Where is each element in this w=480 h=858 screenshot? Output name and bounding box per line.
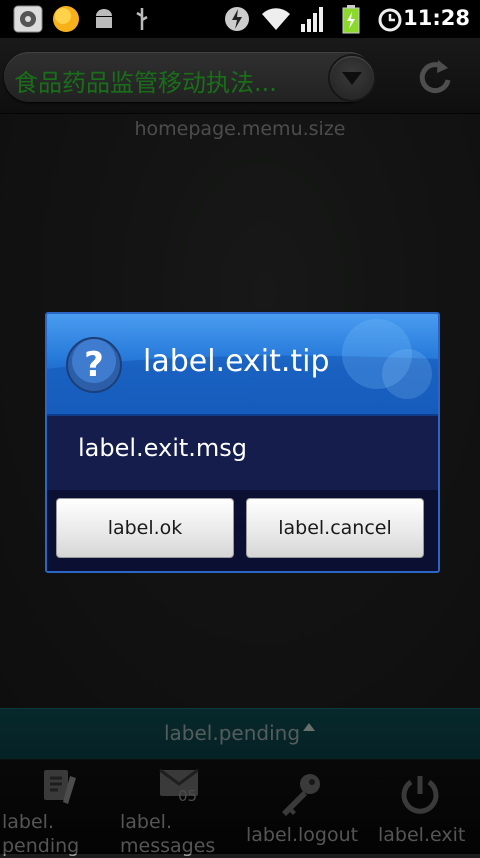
android-icon xyxy=(96,9,112,28)
lightning-icon xyxy=(225,7,249,31)
usb-icon xyxy=(136,8,148,30)
cancel-button[interactable]: label.cancel xyxy=(246,498,424,558)
storage-icon xyxy=(13,5,43,33)
wifi-icon xyxy=(262,8,290,30)
dialog-header: ? label.exit.tip xyxy=(47,314,438,416)
exit-dialog: ? label.exit.tip label.exit.msg label.ok… xyxy=(45,312,440,573)
alarm-icon xyxy=(378,8,402,32)
status-bar: 11:28 xyxy=(0,0,480,38)
sun-icon xyxy=(53,6,79,32)
dialog-body: label.exit.msg xyxy=(47,416,438,490)
signal-icon xyxy=(301,7,323,32)
dialog-title: label.exit.tip xyxy=(143,344,330,379)
question-icon: ? xyxy=(66,337,122,393)
ok-button[interactable]: label.ok xyxy=(56,498,234,558)
clock: 11:28 xyxy=(403,6,470,30)
svg-text:?: ? xyxy=(84,345,104,385)
dialog-button-bar: label.ok label.cancel xyxy=(47,490,438,571)
battery-charging-icon xyxy=(342,5,360,34)
dialog-message: label.exit.msg xyxy=(78,434,248,462)
